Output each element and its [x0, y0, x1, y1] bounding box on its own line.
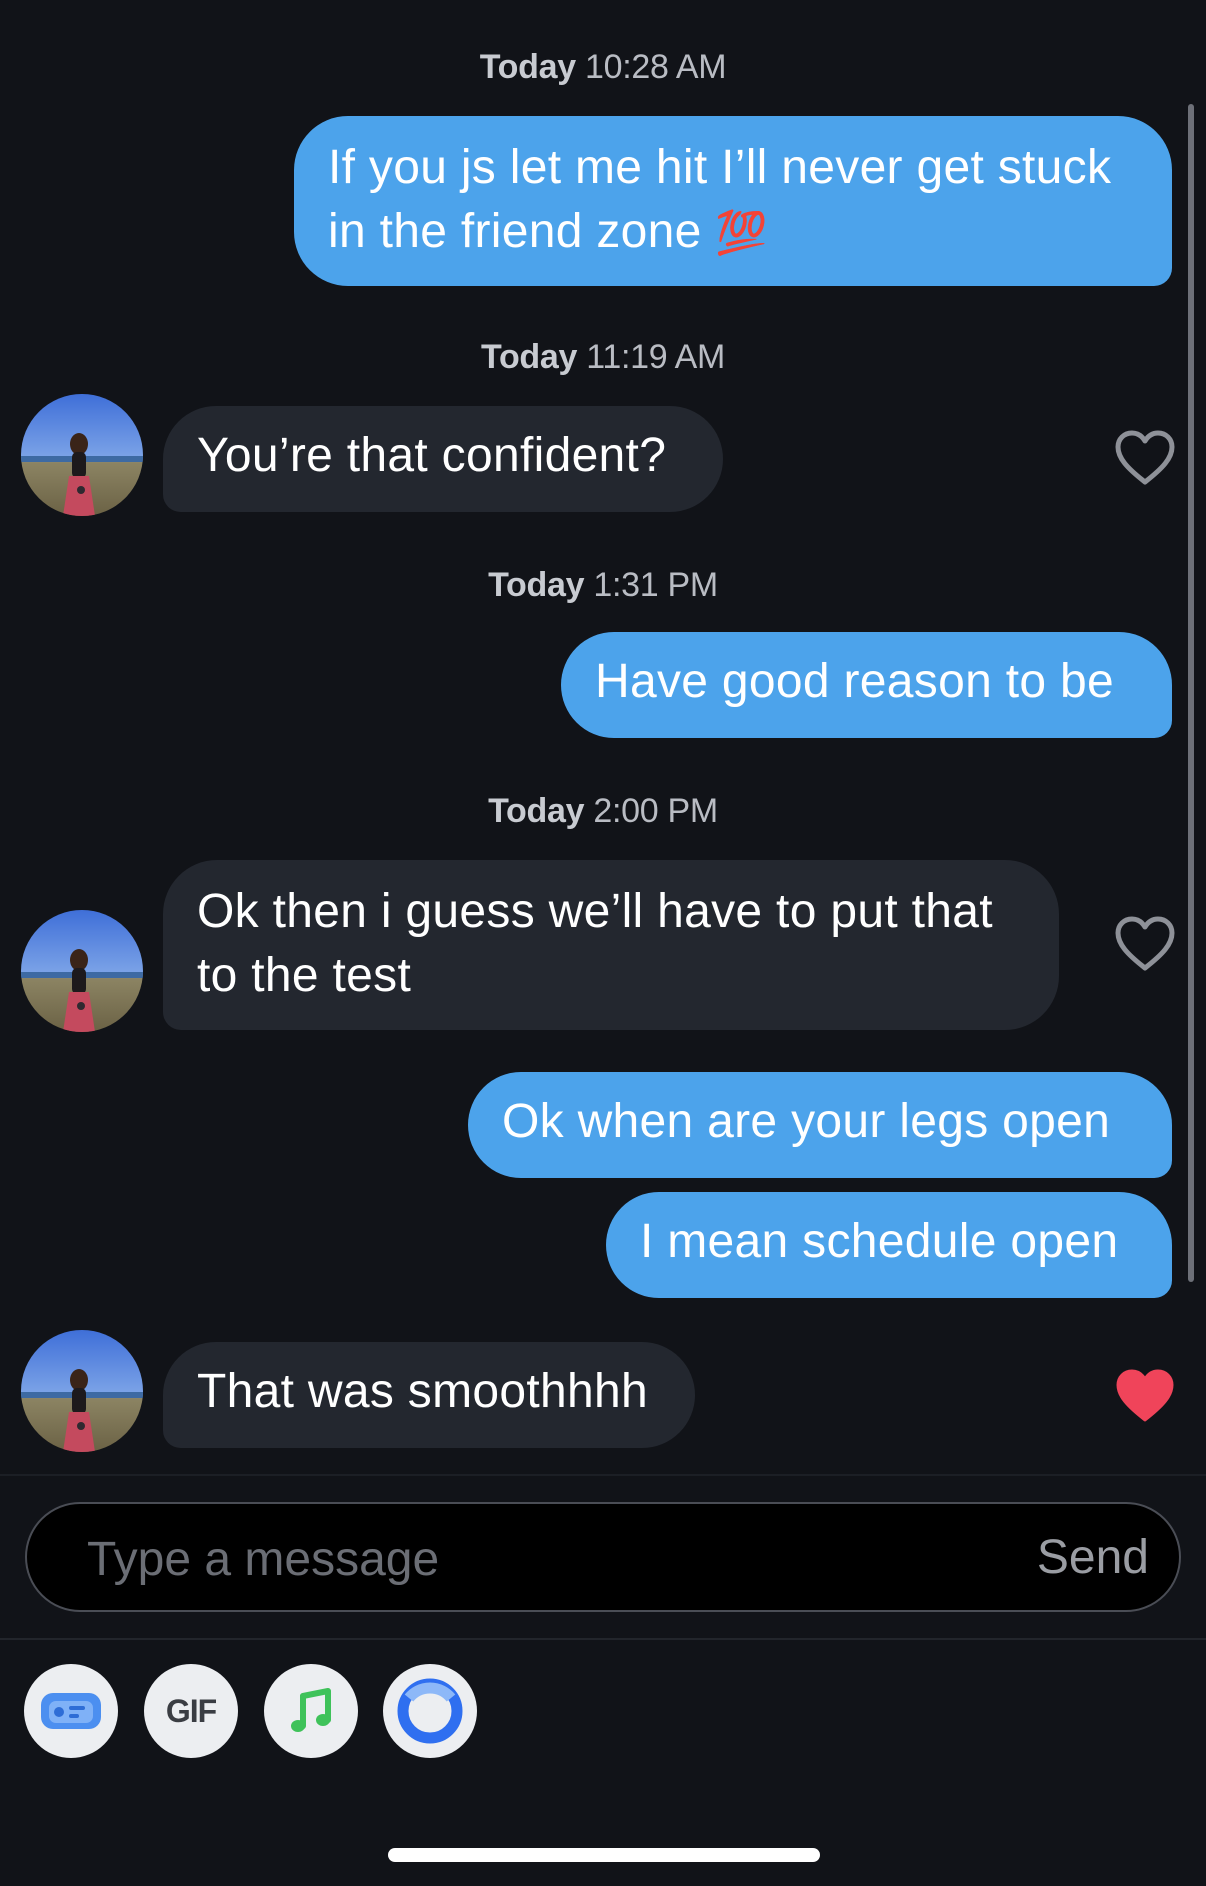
message-text: That was smoothhhh: [197, 1365, 648, 1418]
composer-divider: [0, 1474, 1206, 1476]
message-composer: Send: [25, 1502, 1181, 1612]
outgoing-message[interactable]: I mean schedule open: [606, 1192, 1172, 1298]
message-input[interactable]: [85, 1528, 889, 1590]
timestamp: Today 10:28 AM: [0, 48, 1206, 87]
timestamp-day: Today: [488, 792, 585, 830]
avatar[interactable]: [21, 1330, 143, 1452]
card-button[interactable]: [24, 1664, 118, 1758]
message-text: Have good reason to be: [595, 655, 1114, 708]
chat-thread: Today 10:28 AM If you js let me hit I’ll…: [0, 0, 1206, 1472]
outgoing-message[interactable]: Ok when are your legs open: [468, 1072, 1172, 1178]
timestamp: Today 1:31 PM: [0, 566, 1206, 605]
toolbar-divider: [0, 1638, 1206, 1640]
message-line: Ok then i guess we’ll have to put that: [197, 885, 993, 938]
ring-button[interactable]: [383, 1664, 477, 1758]
message-line: in the friend zone 💯: [328, 200, 1138, 265]
heart-filled-icon[interactable]: [1115, 1368, 1175, 1424]
incoming-message[interactable]: Ok then i guess we’ll have to put that t…: [163, 860, 1059, 1030]
message-text: in the friend zone: [328, 205, 702, 258]
message-text: You’re that confident?: [197, 429, 667, 482]
timestamp: Today 2:00 PM: [0, 792, 1206, 831]
heart-outline-icon[interactable]: [1115, 430, 1175, 486]
send-button[interactable]: Send: [1037, 1530, 1149, 1585]
timestamp-time: 2:00 PM: [593, 792, 718, 830]
message-text: Ok when are your legs open: [502, 1095, 1111, 1148]
avatar[interactable]: [21, 910, 143, 1032]
outgoing-message[interactable]: Have good reason to be: [561, 632, 1172, 738]
timestamp-day: Today: [479, 48, 576, 86]
heart-outline-icon[interactable]: [1115, 916, 1175, 972]
incoming-message[interactable]: You’re that confident?: [163, 406, 723, 512]
hundred-points-emoji: 💯: [715, 209, 768, 256]
timestamp-time: 11:19 AM: [586, 338, 725, 376]
message-text: I mean schedule open: [640, 1215, 1119, 1268]
ring-icon: [397, 1678, 463, 1744]
avatar[interactable]: [21, 394, 143, 516]
music-icon: [291, 1688, 331, 1732]
timestamp-time: 1:31 PM: [593, 566, 718, 604]
gif-button[interactable]: GIF: [144, 1664, 238, 1758]
timestamp: Today 11:19 AM: [0, 338, 1206, 377]
outgoing-message[interactable]: If you js let me hit I’ll never get stuc…: [294, 116, 1172, 286]
message-line: If you js let me hit I’ll never get stuc…: [328, 141, 1112, 194]
card-icon: [41, 1693, 101, 1729]
message-line: to the test: [197, 949, 412, 1002]
scrollbar[interactable]: [1188, 104, 1194, 1282]
timestamp-time: 10:28 AM: [585, 48, 727, 86]
music-button[interactable]: [264, 1664, 358, 1758]
gif-icon: GIF: [165, 1692, 217, 1729]
home-indicator[interactable]: [388, 1848, 820, 1862]
timestamp-day: Today: [481, 338, 578, 376]
incoming-message[interactable]: That was smoothhhh: [163, 1342, 695, 1448]
timestamp-day: Today: [488, 566, 585, 604]
